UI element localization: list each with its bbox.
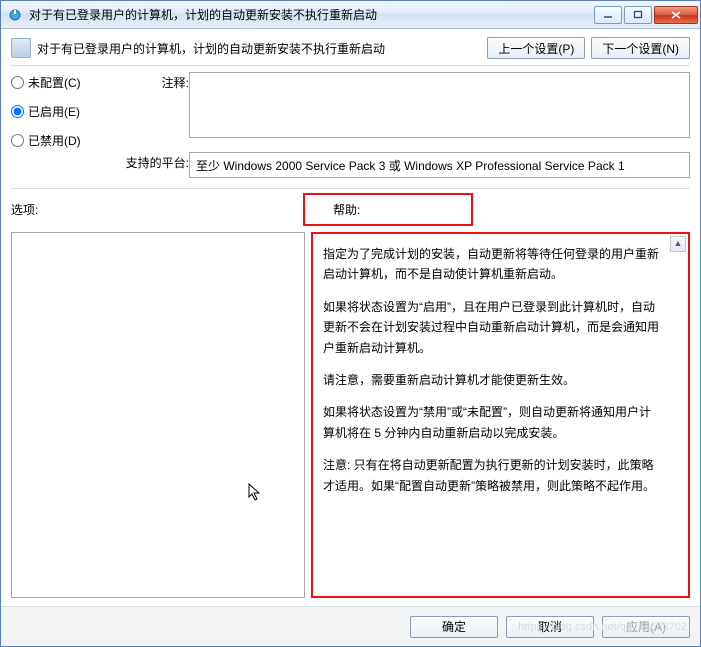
platform-label: 支持的平台:	[121, 152, 189, 171]
radio-not-configured-label: 未配置(C)	[28, 74, 81, 91]
config-row: 未配置(C) 已启用(E) 已禁用(D) 注释: 支持的平台: 至少 Windo…	[1, 72, 700, 178]
panels-row: ▲ 指定为了完成计划的安装，自动更新将等待任何登录的用户重新启动计算机，而不是自…	[11, 232, 690, 598]
titlebar: 对于有已登录用户的计算机，计划的自动更新安装不执行重新启动	[1, 1, 700, 29]
maximize-button[interactable]	[624, 6, 652, 24]
state-radios: 未配置(C) 已启用(E) 已禁用(D)	[11, 72, 121, 178]
close-button[interactable]	[654, 6, 698, 24]
radio-enabled[interactable]: 已启用(E)	[11, 103, 121, 120]
comment-textbox[interactable]	[189, 72, 690, 138]
radio-enabled-input[interactable]	[11, 105, 24, 118]
divider	[11, 188, 690, 189]
footer: 确定 取消 应用(A)	[1, 606, 700, 646]
help-paragraph: 指定为了完成计划的安装，自动更新将等待任何登录的用户重新启动计算机，而不是自动使…	[323, 244, 660, 285]
comment-label: 注释:	[121, 72, 189, 91]
policy-editor-window: 对于有已登录用户的计算机，计划的自动更新安装不执行重新启动 对于有已登录用户的计…	[0, 0, 701, 647]
divider	[11, 65, 690, 66]
help-paragraph: 如果将状态设置为“禁用”或“未配置”，则自动更新将通知用户计算机将在 5 分钟内…	[323, 402, 660, 443]
radio-disabled-label: 已禁用(D)	[28, 132, 81, 149]
scroll-up-button[interactable]: ▲	[670, 236, 686, 252]
right-grid: 注释: 支持的平台: 至少 Windows 2000 Service Pack …	[121, 72, 690, 178]
options-panel[interactable]	[11, 232, 305, 598]
app-icon	[7, 7, 23, 23]
next-setting-button[interactable]: 下一个设置(N)	[591, 37, 690, 59]
options-label: 选项:	[11, 193, 313, 226]
help-panel[interactable]: ▲ 指定为了完成计划的安装，自动更新将等待任何登录的用户重新启动计算机，而不是自…	[311, 232, 690, 598]
window-title: 对于有已登录用户的计算机，计划的自动更新安装不执行重新启动	[29, 6, 594, 23]
apply-button[interactable]: 应用(A)	[602, 616, 690, 638]
window-buttons	[594, 6, 698, 24]
help-label: 帮助:	[333, 203, 360, 217]
radio-not-configured-input[interactable]	[11, 76, 24, 89]
radio-disabled-input[interactable]	[11, 134, 24, 147]
radio-not-configured[interactable]: 未配置(C)	[11, 74, 121, 91]
help-paragraph: 注意: 只有在将自动更新配置为执行更新的计划安装时，此策略才适用。如果“配置自动…	[323, 455, 660, 496]
prev-setting-button[interactable]: 上一个设置(P)	[487, 37, 585, 59]
help-paragraph: 如果将状态设置为“启用”，且在用户已登录到此计算机时，自动更新不会在计划安装过程…	[323, 297, 660, 358]
platform-textbox[interactable]: 至少 Windows 2000 Service Pack 3 或 Windows…	[189, 152, 690, 178]
cursor-icon	[248, 483, 262, 506]
help-label-box: 帮助:	[303, 193, 473, 226]
content-area: 对于有已登录用户的计算机，计划的自动更新安装不执行重新启动 上一个设置(P) 下…	[1, 29, 700, 646]
cancel-button[interactable]: 取消	[506, 616, 594, 638]
minimize-button[interactable]	[594, 6, 622, 24]
radio-enabled-label: 已启用(E)	[28, 103, 80, 120]
policy-title: 对于有已登录用户的计算机，计划的自动更新安装不执行重新启动	[37, 40, 487, 57]
policy-icon	[11, 38, 31, 58]
radio-disabled[interactable]: 已禁用(D)	[11, 132, 121, 149]
help-paragraph: 请注意，需要重新启动计算机才能使更新生效。	[323, 370, 660, 390]
header-row: 对于有已登录用户的计算机，计划的自动更新安装不执行重新启动 上一个设置(P) 下…	[1, 29, 700, 63]
panel-labels-row: 选项: 帮助:	[11, 193, 690, 226]
ok-button[interactable]: 确定	[410, 616, 498, 638]
